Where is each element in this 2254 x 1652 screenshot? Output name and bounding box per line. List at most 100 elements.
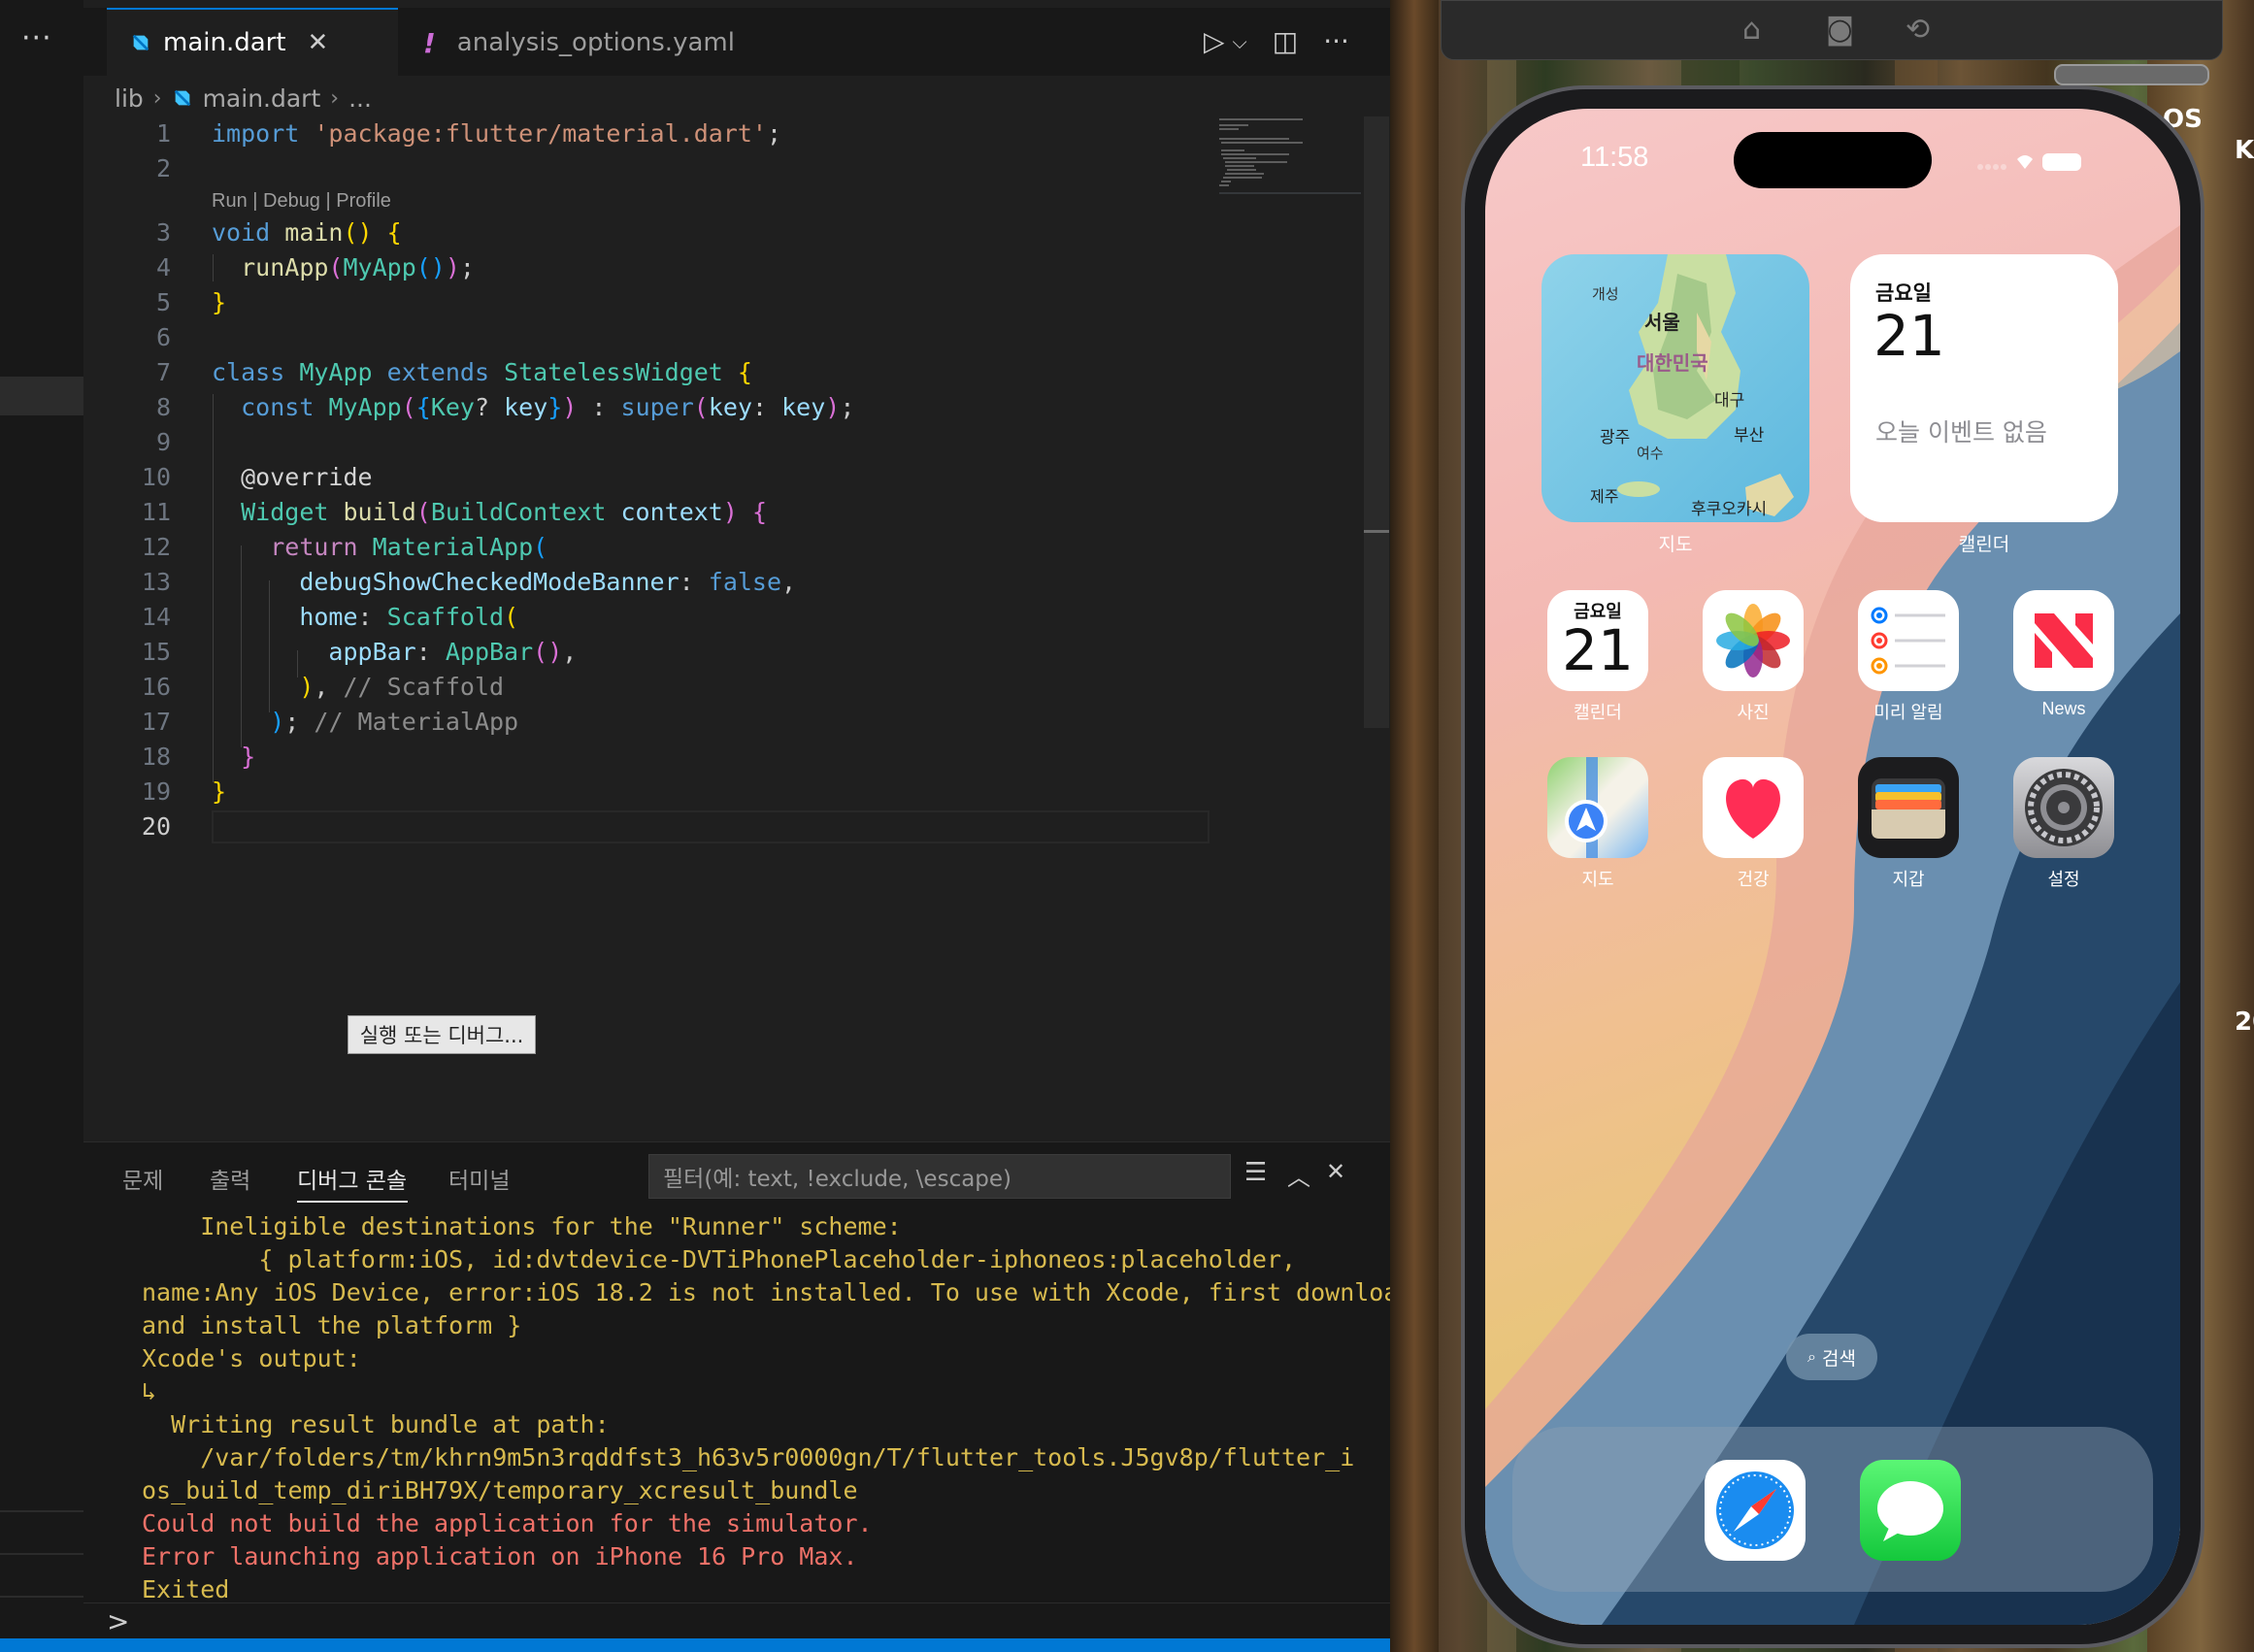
clear-console-icon[interactable]: ☰ [1244, 1158, 1267, 1187]
news-icon[interactable] [2013, 590, 2114, 691]
code-line: } [241, 743, 256, 771]
split-editor-icon[interactable]: ◫ [1273, 25, 1298, 57]
code-line: debugShowCheckedModeBanner: false, [299, 568, 797, 596]
code-line: ); // MaterialApp [270, 708, 519, 736]
tab-analysis-options[interactable]: ! analysis_options.yaml [398, 8, 771, 76]
console-line: ↳ [142, 1377, 157, 1405]
chevron-right-icon: › [330, 85, 340, 111]
side-label: 20 [2235, 1008, 2254, 1037]
map-city: 제주 [1590, 487, 1619, 506]
app-label: 건강 [1737, 870, 1770, 889]
codelens-run-debug-profile[interactable]: Run | Debug | Profile [212, 190, 391, 213]
minimap[interactable] [1215, 115, 1361, 194]
breadcrumb-folder[interactable]: lib [115, 84, 144, 113]
minimap-line [1219, 124, 1248, 126]
minimap-line [1225, 173, 1264, 175]
line-number: 7 [155, 358, 171, 386]
close-icon[interactable]: ✕ [308, 28, 329, 57]
more-actions-icon[interactable]: ··· [1323, 25, 1349, 57]
reminders-icon[interactable] [1858, 590, 1959, 691]
messages-icon[interactable] [1860, 1460, 1961, 1561]
app-label: 지도 [1581, 870, 1614, 889]
code-line: class MyApp extends StatelessWidget { [212, 358, 752, 386]
line-number: 1 [155, 119, 171, 148]
run-or-debug-hover-button[interactable]: 실행 또는 디버그... [348, 1015, 536, 1054]
line-number: 17 [141, 708, 171, 736]
console-line: os_build_temp_diriBH79X/temporary_xcresu… [142, 1476, 858, 1504]
health-icon[interactable] [1703, 757, 1804, 858]
home-icon[interactable]: ⌂ [1742, 13, 1761, 47]
close-panel-icon[interactable]: ✕ [1326, 1158, 1345, 1185]
rotate-icon[interactable]: ⟲ [1906, 13, 1930, 47]
filter-placeholder: 필터(예: text, !exclude, \escape) [663, 1167, 1012, 1192]
console-line: name:Any iOS Device, error:iOS 18.2 is n… [142, 1278, 1390, 1306]
dart-file-icon [174, 89, 190, 107]
tree-trunk [1390, 0, 1439, 1652]
screenshot-icon[interactable]: ◙ [1826, 13, 1854, 47]
active-tab-indicator [297, 1201, 408, 1203]
console-line: /var/folders/tm/khrn9m5n3rqddfst3_h63v5r… [142, 1443, 1355, 1471]
dock [1512, 1427, 2153, 1592]
chevron-right-icon: › [152, 85, 162, 111]
console-line: { platform:iOS, id:dvtdevice-DVTiPhonePl… [142, 1245, 1297, 1273]
code-line: Widget build(BuildContext context) { [241, 498, 768, 526]
line-number: 13 [141, 568, 171, 596]
code-line: } [212, 777, 227, 806]
console-line: Xcode's output: [142, 1344, 361, 1372]
activity-highlight [0, 377, 83, 415]
photos-icon[interactable] [1703, 590, 1804, 691]
activity-more-icon[interactable]: ··· [21, 21, 52, 55]
minimap-line [1223, 157, 1256, 159]
minimap-line [1219, 128, 1239, 130]
breadcrumb-file[interactable]: main.dart [203, 84, 321, 113]
map-city: 광주 [1600, 428, 1631, 447]
minimap-viewport [1219, 192, 1361, 194]
app-label: 미리 알림 [1873, 703, 1943, 722]
code-line: ), // Scaffold [299, 673, 505, 701]
heart-icon [1726, 778, 1780, 839]
console-line: Writing result bundle at path: [142, 1410, 610, 1438]
panel-tab-debug-console[interactable]: 디버그 콘솔 [297, 1162, 407, 1195]
line-number: 9 [155, 428, 171, 456]
console-filter-input[interactable]: 필터(예: text, !exclude, \escape) [648, 1154, 1231, 1199]
run-icon[interactable]: ▷ [1204, 25, 1225, 57]
settings-icon[interactable] [2013, 757, 2114, 858]
breadcrumb-more[interactable]: ... [348, 84, 372, 113]
code-line: import 'package:flutter/material.dart'; [212, 119, 782, 148]
news-n-icon [2035, 613, 2093, 668]
status-bar [0, 1638, 1390, 1652]
code-line: return MaterialApp( [270, 533, 548, 561]
simulator-drag-handle[interactable] [2054, 64, 2209, 85]
vertical-scrollbar[interactable] [1364, 116, 1389, 728]
app-label: 설정 [2047, 870, 2080, 889]
tab-label: main.dart [163, 28, 286, 57]
console-line: and install the platform } [142, 1311, 522, 1339]
chevron-down-icon[interactable]: ⌵ [1233, 30, 1247, 53]
code-line: } [212, 288, 227, 316]
calendar-icon[interactable]: 금요일 21 [1547, 590, 1648, 691]
panel-tab-output[interactable]: 출력 [210, 1162, 250, 1195]
console-input[interactable]: > [83, 1602, 1390, 1642]
calendar-widget[interactable]: 금요일 21 오늘 이벤트 없음 [1850, 254, 2118, 522]
minimap-line [1227, 169, 1256, 171]
home-search-pill[interactable]: ⌕ 검색 [1786, 1334, 1877, 1380]
status-time: 11:58 [1580, 142, 1649, 173]
app-label: 지갑 [1892, 870, 1925, 889]
maps-widget[interactable]: 개성 서울 대한민국 대구 광주 부산 여수 제주 후쿠오카시 [1541, 254, 1809, 522]
minimap-line [1221, 181, 1231, 182]
editor-actions: ▷ ⌵ ◫ ··· [1204, 25, 1349, 57]
app-label: 캘린더 [1574, 703, 1622, 722]
panel-tab-problems[interactable]: 문제 [122, 1162, 163, 1195]
side-label: K [2235, 136, 2254, 165]
iphone-screen[interactable]: 개성 서울 대한민국 대구 광주 부산 여수 제주 후쿠오카시 지도 금요일 2… [1485, 109, 2180, 1625]
minimap-line [1219, 118, 1303, 120]
line-number: 6 [155, 323, 171, 351]
wallet-icon[interactable] [1858, 757, 1959, 858]
tab-main-dart[interactable]: main.dart ✕ [107, 8, 398, 76]
safari-icon[interactable] [1705, 1460, 1806, 1561]
console-line: Error launching application on iPhone 16… [142, 1542, 858, 1570]
maps-icon[interactable] [1547, 757, 1648, 858]
prompt-chevron: > [107, 1605, 130, 1637]
panel-tab-terminal[interactable]: 터미널 [448, 1162, 510, 1195]
maximize-panel-icon[interactable]: ︿ [1287, 1158, 1310, 1192]
